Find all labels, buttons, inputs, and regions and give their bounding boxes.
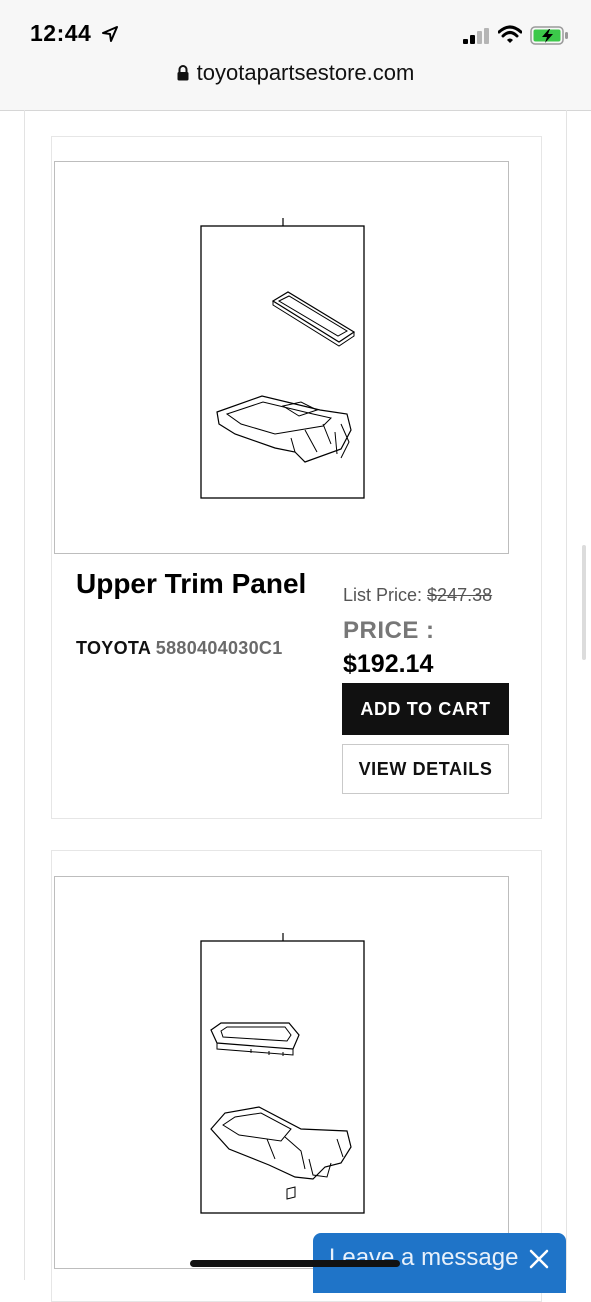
add-to-cart-button[interactable]: ADD TO CART	[342, 683, 509, 735]
parts-diagram-image	[200, 933, 365, 1214]
list-price-value: $247.38	[427, 585, 493, 605]
url-bar[interactable]: toyotapartsestore.com	[0, 60, 591, 86]
brand-name: TOYOTA	[76, 638, 151, 658]
view-details-button[interactable]: VIEW DETAILS	[342, 744, 509, 794]
status-time: 12:44	[30, 20, 92, 46]
list-price-label: List Price:	[343, 585, 423, 605]
close-icon[interactable]	[529, 1249, 549, 1269]
home-indicator[interactable]	[190, 1260, 400, 1267]
lock-icon	[177, 65, 189, 81]
wifi-icon	[498, 25, 522, 43]
sale-price: $192.14	[343, 650, 434, 678]
product-title[interactable]: Upper Trim Panel	[76, 567, 326, 601]
product-image[interactable]	[54, 876, 509, 1269]
price-label: PRICE :	[343, 617, 435, 644]
product-card: Upper Trim Panel TOYOTA 5880404030C1 Lis…	[51, 136, 542, 819]
parts-diagram-image	[200, 218, 365, 499]
product-image[interactable]	[54, 161, 509, 554]
battery-charging-icon	[530, 26, 568, 45]
part-info: TOYOTA 5880404030C1	[76, 638, 283, 659]
list-price: List Price: $247.38	[343, 585, 492, 606]
chat-label: Leave a message	[329, 1244, 519, 1271]
url-text: toyotapartsestore.com	[196, 60, 415, 85]
signal-icon	[463, 28, 489, 44]
part-number: 5880404030C1	[155, 638, 283, 658]
browser-top-bar: 12:44 toyotapartsestore.com	[0, 0, 591, 111]
scrollbar[interactable]	[582, 545, 586, 660]
location-arrow-icon	[102, 26, 118, 42]
